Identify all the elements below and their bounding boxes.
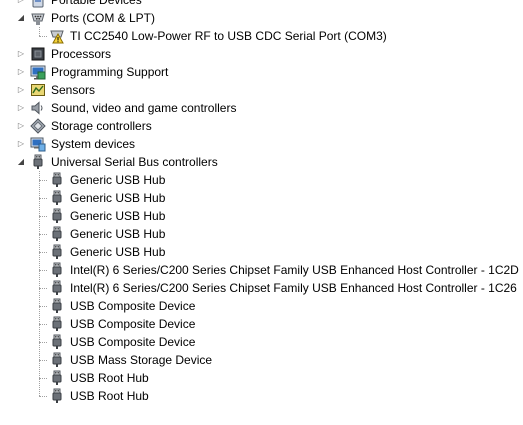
tree-connector-line — [39, 360, 47, 361]
tree-connector-line — [39, 324, 47, 325]
usb-plug-icon — [49, 352, 65, 368]
tree-device-label: Generic USB Hub — [70, 191, 166, 205]
expand-arrow-icon[interactable] — [16, 121, 26, 131]
tree-category-row[interactable]: Processors — [0, 45, 523, 63]
tree-category-row[interactable]: Programming Support — [0, 63, 523, 81]
expand-arrow-icon[interactable] — [16, 67, 26, 77]
tree-category-row[interactable]: Storage controllers — [0, 117, 523, 135]
tree-category-row[interactable]: System devices — [0, 135, 523, 153]
tree-device-row[interactable]: USB Composite Device — [0, 315, 523, 333]
tree-category-label: Programming Support — [51, 65, 169, 79]
tree-category-label: Universal Serial Bus controllers — [51, 155, 218, 169]
device-tree[interactable]: Portable Devices Ports (COM & LPT) TI CC25… — [0, 0, 523, 405]
usb-plug-icon — [30, 154, 46, 170]
system-device-icon — [30, 136, 46, 152]
tree-device-row[interactable]: Generic USB Hub — [0, 189, 523, 207]
usb-plug-icon — [49, 262, 65, 278]
tree-connector-line — [39, 288, 47, 289]
programming-support-icon — [30, 64, 46, 80]
expand-arrow-icon[interactable] — [16, 139, 26, 149]
tree-connector-line — [39, 378, 47, 379]
expand-arrow-icon[interactable] — [16, 103, 26, 113]
tree-device-label: Generic USB Hub — [70, 173, 166, 187]
usb-plug-icon — [49, 190, 65, 206]
tree-category-row[interactable]: Universal Serial Bus controllers — [0, 153, 523, 171]
tree-category-label: Sensors — [51, 83, 96, 97]
tree-device-row[interactable]: USB Root Hub — [0, 387, 523, 405]
collapse-arrow-icon[interactable] — [16, 157, 26, 167]
tree-category-label: Sound, video and game controllers — [51, 101, 237, 115]
tree-device-row[interactable]: Generic USB Hub — [0, 171, 523, 189]
tree-category-row[interactable]: Sound, video and game controllers — [0, 99, 523, 117]
tree-connector-line — [39, 306, 47, 307]
usb-plug-icon — [49, 244, 65, 260]
tree-device-row[interactable]: Intel(R) 6 Series/C200 Series Chipset Fa… — [0, 261, 523, 279]
tree-connector-line — [39, 198, 47, 199]
tree-connector-line — [39, 270, 47, 271]
tree-device-label: USB Composite Device — [70, 335, 196, 349]
tree-device-label: Generic USB Hub — [70, 209, 166, 223]
usb-plug-icon — [49, 280, 65, 296]
speaker-icon — [30, 100, 46, 116]
tree-category-row[interactable]: Portable Devices — [0, 0, 523, 9]
tree-category-label: Processors — [51, 47, 112, 61]
usb-plug-icon — [49, 370, 65, 386]
tree-connector-line — [39, 171, 40, 396]
port-icon — [30, 10, 46, 26]
expand-arrow-icon[interactable] — [16, 49, 26, 59]
tree-device-label: USB Mass Storage Device — [70, 353, 213, 367]
tree-connector-line — [39, 252, 47, 253]
tree-device-label: Generic USB Hub — [70, 227, 166, 241]
tree-device-row[interactable]: Generic USB Hub — [0, 243, 523, 261]
tree-connector-line — [39, 27, 40, 36]
tree-device-row[interactable]: USB Composite Device — [0, 333, 523, 351]
tree-category-label: Portable Devices — [51, 0, 142, 7]
usb-plug-icon — [49, 388, 65, 404]
collapse-arrow-icon[interactable] — [16, 13, 26, 23]
sensor-icon — [30, 82, 46, 98]
usb-plug-icon — [49, 208, 65, 224]
storage-controller-icon — [30, 118, 46, 134]
tree-connector-line — [39, 342, 47, 343]
tree-category-label: System devices — [51, 137, 136, 151]
tree-device-row[interactable]: Intel(R) 6 Series/C200 Series Chipset Fa… — [0, 279, 523, 297]
tree-connector-line — [39, 396, 47, 397]
usb-plug-icon — [49, 226, 65, 242]
tree-device-label: USB Root Hub — [70, 371, 149, 385]
usb-plug-icon — [49, 316, 65, 332]
tree-category-label: Storage controllers — [51, 119, 152, 133]
expand-arrow-icon[interactable] — [16, 85, 26, 95]
tree-category-label: Ports (COM & LPT) — [51, 11, 156, 25]
tree-device-label: Intel(R) 6 Series/C200 Series Chipset Fa… — [70, 281, 517, 295]
tree-connector-line — [39, 180, 47, 181]
tree-device-row[interactable]: USB Root Hub — [0, 369, 523, 387]
expand-arrow-icon[interactable] — [16, 0, 26, 5]
tree-device-label: USB Composite Device — [70, 317, 196, 331]
tree-device-row[interactable]: Generic USB Hub — [0, 207, 523, 225]
portable-devices-icon — [30, 0, 46, 8]
tree-category-row[interactable]: Sensors — [0, 81, 523, 99]
tree-connector-line — [39, 234, 47, 235]
tree-device-label: TI CC2540 Low-Power RF to USB CDC Serial… — [70, 29, 387, 43]
usb-plug-icon — [49, 298, 65, 314]
tree-device-label: USB Root Hub — [70, 389, 149, 403]
tree-device-row[interactable]: USB Composite Device — [0, 297, 523, 315]
tree-device-label: Generic USB Hub — [70, 245, 166, 259]
warning-port-icon — [49, 28, 65, 44]
usb-plug-icon — [49, 334, 65, 350]
tree-device-label: USB Composite Device — [70, 299, 196, 313]
tree-device-row[interactable]: TI CC2540 Low-Power RF to USB CDC Serial… — [0, 27, 523, 45]
tree-connector-line — [39, 216, 47, 217]
tree-category-row[interactable]: Ports (COM & LPT) — [0, 9, 523, 27]
tree-device-row[interactable]: USB Mass Storage Device — [0, 351, 523, 369]
tree-connector-line — [39, 36, 47, 37]
usb-plug-icon — [49, 172, 65, 188]
processor-icon — [30, 46, 46, 62]
tree-device-row[interactable]: Generic USB Hub — [0, 225, 523, 243]
tree-device-label: Intel(R) 6 Series/C200 Series Chipset Fa… — [70, 263, 519, 277]
